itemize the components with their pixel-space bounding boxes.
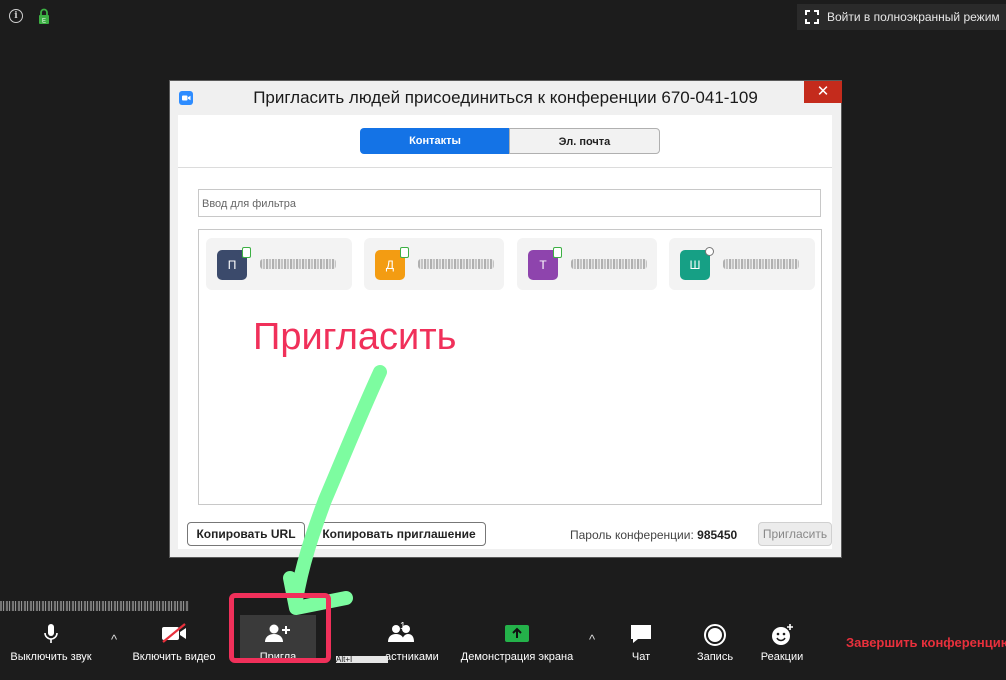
info-icon[interactable]: i bbox=[9, 9, 23, 23]
presence-online-icon bbox=[553, 247, 562, 258]
contact-name-redacted bbox=[723, 259, 799, 269]
presence-offline-icon bbox=[705, 247, 714, 256]
share-options-chevron-up-icon[interactable]: ^ bbox=[585, 632, 599, 680]
contacts-list: П Д Т Ш bbox=[198, 229, 822, 505]
record-label: Запись bbox=[696, 651, 734, 663]
password-label-text: Пароль конференции: bbox=[570, 528, 694, 542]
annotation-highlight-box bbox=[229, 593, 331, 663]
invite-button[interactable]: Пригласить bbox=[758, 522, 832, 546]
copy-url-button[interactable]: Копировать URL bbox=[187, 522, 305, 546]
password-label: Пароль конференции: 985450 bbox=[570, 528, 737, 542]
contact-card[interactable]: Ш bbox=[669, 238, 815, 290]
contact-name-redacted bbox=[260, 259, 336, 269]
share-screen-label: Демонстрация экрана bbox=[460, 651, 574, 663]
fullscreen-label: Войти в полноэкранный режим bbox=[827, 10, 1000, 24]
chat-icon bbox=[631, 625, 651, 643]
lock-icon[interactable]: E bbox=[38, 8, 50, 25]
reactions-icon bbox=[772, 624, 793, 645]
start-video-label: Включить видео bbox=[132, 651, 216, 663]
participant-name-strip bbox=[0, 597, 189, 615]
tab-contacts[interactable]: Контакты bbox=[360, 128, 510, 154]
password-value: 985450 bbox=[697, 528, 738, 542]
fullscreen-button[interactable]: Войти в полноэкранный режим bbox=[797, 4, 1006, 30]
dialog-title: Пригласить людей присоединиться к конфер… bbox=[253, 88, 758, 107]
record-button[interactable]: Запись bbox=[690, 615, 740, 663]
chat-button[interactable]: Чат bbox=[620, 615, 662, 663]
contact-card[interactable]: Д bbox=[364, 238, 504, 290]
avatar: Д bbox=[375, 247, 409, 280]
reactions-label: Реакции bbox=[760, 651, 804, 663]
end-meeting-button[interactable]: Завершить конференцию bbox=[846, 635, 1006, 650]
participants-label: астниками bbox=[385, 651, 439, 663]
start-video-button[interactable]: Включить видео bbox=[124, 615, 224, 663]
mute-label: Выключить звук bbox=[10, 651, 92, 663]
contact-card[interactable]: Т bbox=[517, 238, 657, 290]
presence-online-icon bbox=[400, 247, 409, 258]
avatar: П bbox=[217, 247, 251, 280]
microphone-icon bbox=[44, 624, 58, 643]
shortcut-tooltip: Alt+I bbox=[336, 656, 388, 663]
reactions-button[interactable]: Реакции bbox=[754, 615, 810, 663]
fullscreen-icon bbox=[805, 10, 819, 24]
meeting-toolbar: Выключить звук ^ Включить видео Пригла 1… bbox=[0, 615, 1006, 663]
svg-text:E: E bbox=[42, 19, 46, 25]
mute-button[interactable]: Выключить звук bbox=[0, 615, 102, 663]
contact-name-redacted bbox=[418, 259, 494, 269]
close-button[interactable]: ✕ bbox=[804, 81, 842, 103]
participants-count-badge: 1 bbox=[400, 621, 406, 632]
contact-card[interactable]: П bbox=[206, 238, 352, 290]
audio-options-chevron-up-icon[interactable]: ^ bbox=[107, 632, 121, 680]
copy-invitation-button[interactable]: Копировать приглашение bbox=[312, 522, 486, 546]
tabs-bar: Контакты Эл. почта bbox=[178, 115, 832, 168]
record-icon bbox=[704, 624, 726, 646]
presence-online-icon bbox=[242, 247, 251, 258]
avatar: Ш bbox=[680, 247, 714, 280]
filter-input[interactable]: Ввод для фильтра bbox=[198, 189, 821, 217]
chat-label: Чат bbox=[631, 651, 651, 663]
share-screen-button[interactable]: Демонстрация экрана bbox=[457, 615, 577, 663]
share-screen-icon bbox=[505, 625, 529, 642]
dialog-titlebar[interactable]: Пригласить людей присоединиться к конфер… bbox=[170, 81, 842, 114]
avatar: Т bbox=[528, 247, 562, 280]
contact-name-redacted bbox=[571, 259, 647, 269]
tab-email[interactable]: Эл. почта bbox=[509, 128, 660, 154]
video-off-icon bbox=[162, 623, 186, 643]
annotation-text: Пригласить bbox=[253, 316, 457, 358]
